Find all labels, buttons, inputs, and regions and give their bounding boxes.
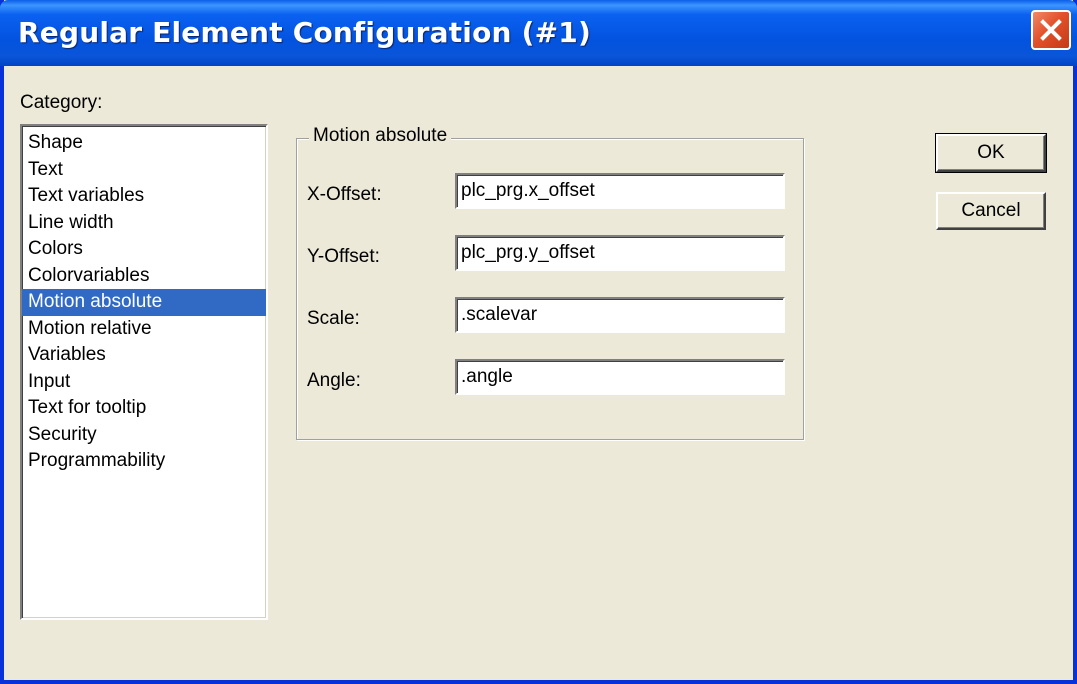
title-bar[interactable]: Regular Element Configuration (#1) <box>0 0 1077 66</box>
category-item-input[interactable]: Input <box>22 369 266 396</box>
ok-button[interactable]: OK <box>935 133 1047 173</box>
category-item-text-variables[interactable]: Text variables <box>22 183 266 210</box>
category-item-motion-absolute[interactable]: Motion absolute <box>22 289 266 316</box>
y-offset-input[interactable] <box>455 235 785 271</box>
category-item-text[interactable]: Text <box>22 157 266 184</box>
angle-label: Angle: <box>307 370 361 391</box>
motion-absolute-group: Motion absolute X-Offset: Y-Offset: Scal… <box>296 125 804 440</box>
category-item-text-for-tooltip[interactable]: Text for tooltip <box>22 395 266 422</box>
close-button[interactable] <box>1031 10 1071 50</box>
scale-label: Scale: <box>307 308 360 329</box>
category-item-colorvariables[interactable]: Colorvariables <box>22 263 266 290</box>
category-item-programmability[interactable]: Programmability <box>22 448 266 475</box>
x-offset-input[interactable] <box>455 173 785 209</box>
x-offset-label: X-Offset: <box>307 184 382 205</box>
category-item-variables[interactable]: Variables <box>22 342 266 369</box>
category-item-line-width[interactable]: Line width <box>22 210 266 237</box>
window-title: Regular Element Configuration (#1) <box>18 16 591 49</box>
scale-input[interactable] <box>455 297 785 333</box>
cancel-button[interactable]: Cancel <box>936 192 1046 230</box>
group-title: Motion absolute <box>309 125 452 147</box>
close-x-icon <box>1040 19 1062 41</box>
category-list[interactable]: Shape Text Text variables Line width Col… <box>20 124 268 620</box>
dialog-window: Regular Element Configuration (#1) Categ… <box>0 0 1077 684</box>
category-item-security[interactable]: Security <box>22 422 266 449</box>
dialog-client-area: Category: Shape Text Text variables Line… <box>4 66 1073 680</box>
category-item-colors[interactable]: Colors <box>22 236 266 263</box>
category-item-shape[interactable]: Shape <box>22 130 266 157</box>
category-item-motion-relative[interactable]: Motion relative <box>22 316 266 343</box>
y-offset-label: Y-Offset: <box>307 246 380 267</box>
category-label: Category: <box>20 92 103 113</box>
angle-input[interactable] <box>455 359 785 395</box>
